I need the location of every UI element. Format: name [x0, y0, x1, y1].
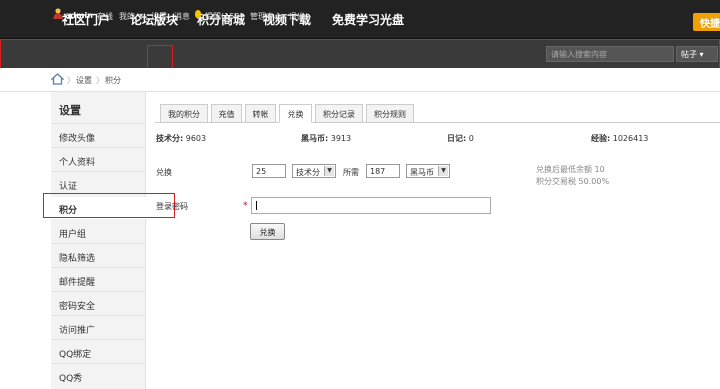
- sidebar-item-promotion[interactable]: 访问推广: [59, 323, 95, 336]
- online-status[interactable]: 在线: [97, 11, 113, 22]
- chevron-down-icon: ▾: [139, 11, 144, 20]
- messages-link[interactable]: 消息: [174, 11, 190, 22]
- sidebar-item-profile[interactable]: 个人资料: [59, 155, 95, 168]
- chevron-down-icon: ▾: [699, 50, 704, 59]
- from-unit-value: 技术分: [296, 168, 320, 177]
- divider: [51, 363, 146, 364]
- divider: [51, 267, 146, 268]
- sidebar-item-security[interactable]: 密码安全: [59, 299, 95, 312]
- password-input[interactable]: [251, 197, 491, 214]
- settings-link[interactable]: 设置: [151, 11, 167, 22]
- tab-points-log[interactable]: 积分记录: [315, 104, 363, 123]
- stat-experience: 经验: 1026413: [591, 134, 649, 143]
- tab-exchange[interactable]: 兑换: [279, 104, 312, 123]
- breadcrumb-separator: 〉: [67, 76, 75, 85]
- from-unit-select[interactable]: 技术分 ▼: [292, 164, 336, 178]
- username-link[interactable]: admin: [65, 11, 93, 20]
- my-menu[interactable]: 我的: [119, 11, 135, 22]
- text-caret: [256, 201, 257, 210]
- home-icon[interactable]: [51, 73, 64, 85]
- chevron-down-icon: ▼: [324, 166, 334, 176]
- nav-free-cd[interactable]: 免费学习光盘: [332, 11, 404, 28]
- divider: [51, 291, 146, 292]
- breadcrumb-points[interactable]: 积分: [105, 75, 121, 86]
- chevron-down-icon: ▼: [438, 166, 448, 176]
- min-balance-note: 兑换后最低余额 10: [536, 165, 605, 174]
- sidebar-item-qq-show[interactable]: QQ秀: [59, 371, 82, 384]
- tax-note: 积分交易税 50.00%: [536, 177, 610, 186]
- divider: [51, 315, 146, 316]
- tab-recharge[interactable]: 充值: [211, 104, 242, 123]
- stat-tech-points: 技术分: 9603: [156, 134, 207, 143]
- lightbulb-icon: [195, 10, 201, 18]
- divider: [51, 243, 146, 244]
- need-amount-input[interactable]: 187: [366, 164, 400, 178]
- user-avatar-icon: [53, 8, 63, 19]
- to-unit-select[interactable]: 黑马币 ▼: [406, 164, 450, 178]
- sidebar-item-email[interactable]: 邮件提醒: [59, 275, 95, 288]
- admin-center-link[interactable]: 管理中心: [250, 11, 282, 22]
- breadcrumb-separator: 〉: [96, 76, 104, 85]
- stat-heima-coins: 黑马币: 3913: [301, 134, 352, 143]
- divider: [51, 123, 146, 124]
- stat-diary: 日记: 0: [447, 134, 474, 143]
- need-label: 所需: [343, 168, 359, 177]
- reminders-link[interactable]: 提醒(158): [205, 11, 243, 22]
- tab-transfer[interactable]: 转帐: [245, 104, 276, 123]
- divider: [51, 171, 146, 172]
- tab-my-points[interactable]: 我的积分: [160, 104, 208, 123]
- search-type-select[interactable]: 帖子 ▾: [676, 46, 718, 62]
- exchange-amount-input[interactable]: 25: [252, 164, 286, 178]
- highlight-box-settings: [147, 45, 173, 70]
- tab-points-rules[interactable]: 积分规则: [366, 104, 414, 123]
- password-label: 登录密码: [156, 202, 188, 211]
- sidebar-item-avatar[interactable]: 修改头像: [59, 131, 95, 144]
- logout-link[interactable]: 退出: [289, 11, 305, 22]
- quick-button[interactable]: 快捷: [693, 13, 720, 31]
- exchange-submit-button[interactable]: 兑换: [250, 223, 285, 240]
- to-unit-value: 黑马币: [410, 168, 434, 177]
- required-mark: *: [243, 201, 248, 211]
- sidebar-item-verify[interactable]: 认证: [59, 179, 77, 192]
- sidebar-title: 设置: [59, 104, 81, 117]
- divider: [51, 147, 146, 148]
- breadcrumb: 〉 设置 〉 积分: [0, 68, 720, 92]
- search-type-label: 帖子: [681, 50, 697, 59]
- sidebar-item-qq-bind[interactable]: QQ绑定: [59, 347, 91, 360]
- search-input[interactable]: 请输入搜索内容: [546, 46, 674, 62]
- sidebar-item-usergroup[interactable]: 用户组: [59, 227, 86, 240]
- sidebar-item-privacy[interactable]: 隐私筛选: [59, 251, 95, 264]
- divider: [51, 339, 146, 340]
- exchange-label: 兑换: [156, 168, 172, 177]
- breadcrumb-settings[interactable]: 设置: [76, 75, 92, 86]
